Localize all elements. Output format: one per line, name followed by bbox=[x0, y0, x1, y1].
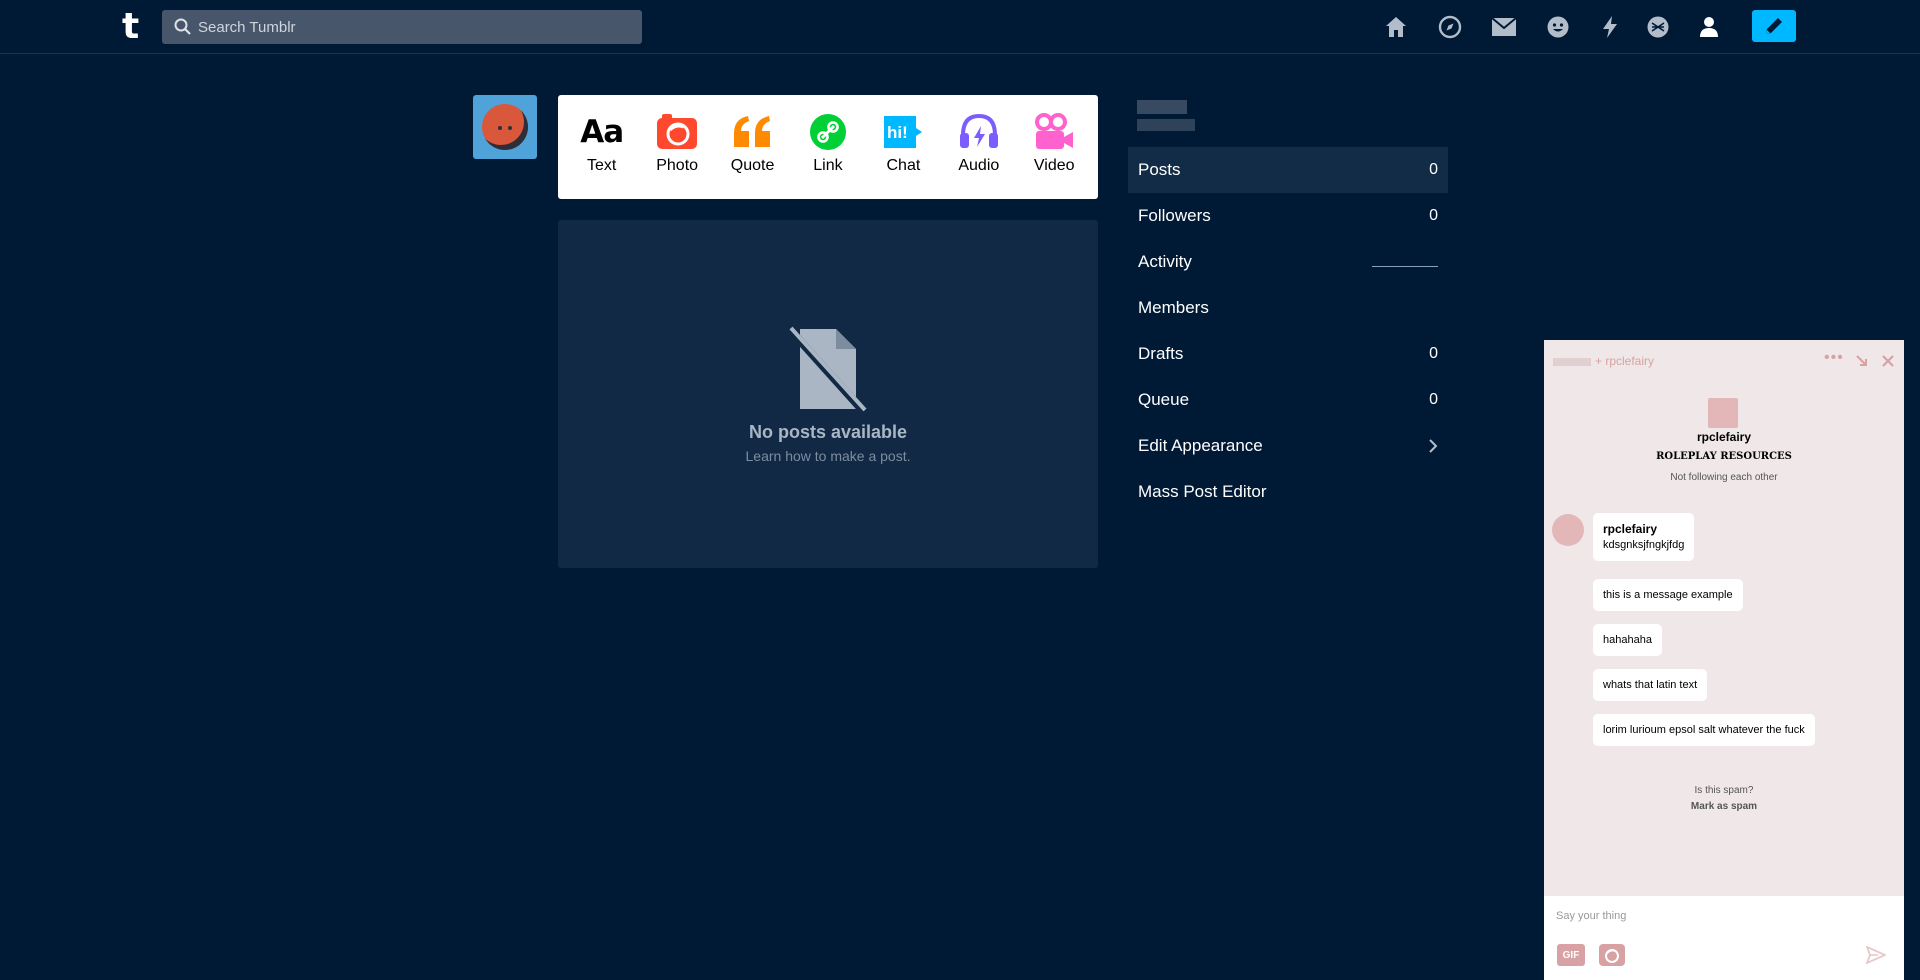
send-icon[interactable] bbox=[1866, 946, 1886, 964]
link-icon bbox=[809, 112, 847, 152]
recipient-avatar[interactable] bbox=[1708, 398, 1738, 428]
followers-count: 0 bbox=[1429, 207, 1438, 224]
post-type-audio[interactable]: Audio bbox=[943, 95, 1015, 199]
sender-avatar[interactable] bbox=[1552, 514, 1584, 546]
post-type-label: Link bbox=[813, 157, 843, 174]
search-box[interactable] bbox=[162, 10, 642, 44]
post-type-label: Chat bbox=[886, 157, 921, 174]
no-posts-icon bbox=[789, 326, 867, 414]
sidebar-item-label: Queue bbox=[1138, 390, 1190, 409]
video-icon bbox=[1033, 112, 1075, 152]
post-type-link[interactable]: Link bbox=[792, 95, 864, 199]
learn-post-link[interactable]: Learn how to make a post. bbox=[558, 448, 1098, 464]
post-type-label: Audio bbox=[958, 157, 1000, 174]
spam-question: Is this spam? bbox=[1694, 785, 1754, 796]
blog-sidebar: Posts 0 Followers 0 Activity Members Dra… bbox=[1128, 147, 1448, 515]
conversation-participants: + rpclefairy bbox=[1595, 354, 1655, 368]
message-bubble: hahahaha bbox=[1593, 624, 1662, 656]
posts-count: 0 bbox=[1429, 161, 1438, 178]
message-input[interactable] bbox=[1556, 904, 1856, 928]
more-options-icon[interactable]: ••• bbox=[1824, 349, 1844, 367]
messaging-header: + rpclefairy ••• bbox=[1544, 340, 1904, 380]
queue-count: 0 bbox=[1429, 391, 1438, 408]
message-text: hahahaha bbox=[1603, 634, 1652, 646]
empty-posts-panel: No posts available Learn how to make a p… bbox=[558, 220, 1098, 568]
sidebar-item-posts[interactable]: Posts 0 bbox=[1128, 147, 1448, 193]
post-type-label: Text bbox=[587, 157, 617, 174]
chevron-right-icon bbox=[1429, 439, 1438, 453]
message-bubble: this is a message example bbox=[1593, 579, 1743, 611]
sidebar-item-label: Members bbox=[1138, 298, 1209, 317]
post-type-quote[interactable]: Quote bbox=[717, 95, 789, 199]
sender-name: rpclefairy bbox=[1603, 522, 1658, 536]
pencil-icon bbox=[1766, 18, 1782, 34]
message-text: this is a message example bbox=[1603, 589, 1733, 601]
post-type-chat[interactable]: hi! Chat bbox=[867, 95, 939, 199]
sidebar-item-edit-appearance[interactable]: Edit Appearance bbox=[1128, 423, 1448, 469]
tumblr-logo[interactable]: t bbox=[122, 8, 139, 46]
inbox-icon[interactable] bbox=[1490, 13, 1518, 41]
sidebar-item-label: Drafts bbox=[1138, 344, 1184, 363]
gif-button[interactable]: GIF bbox=[1557, 944, 1585, 966]
post-type-photo[interactable]: Photo bbox=[641, 95, 713, 199]
explore-icon[interactable] bbox=[1436, 13, 1464, 41]
mobile-icon[interactable] bbox=[1644, 13, 1672, 41]
avatar-face bbox=[482, 104, 528, 150]
message-composer: GIF bbox=[1544, 896, 1904, 980]
account-icon[interactable] bbox=[1695, 13, 1723, 41]
activity-sparkline bbox=[1372, 265, 1438, 267]
messages-icon[interactable] bbox=[1544, 13, 1572, 41]
empty-title: No posts available bbox=[748, 422, 908, 442]
sidebar-item-label: Mass Post Editor bbox=[1138, 482, 1267, 501]
photo-icon bbox=[656, 112, 698, 152]
recipient-name[interactable]: rpclefairy bbox=[1544, 430, 1904, 444]
quote-icon bbox=[732, 112, 774, 152]
drafts-count: 0 bbox=[1429, 345, 1438, 362]
close-icon[interactable] bbox=[1882, 355, 1894, 367]
activity-icon[interactable] bbox=[1596, 13, 1624, 41]
audio-icon bbox=[958, 112, 1000, 152]
message-bubble: lorim lurioum epsol salt whatever the fu… bbox=[1593, 714, 1815, 746]
svg-text:hi!: hi! bbox=[887, 123, 908, 142]
search-icon bbox=[174, 18, 191, 35]
photo-upload-icon[interactable] bbox=[1599, 944, 1625, 966]
top-navigation-bar: t bbox=[0, 0, 1920, 54]
minimize-icon[interactable] bbox=[1856, 355, 1868, 367]
messaging-window: + rpclefairy ••• rpclefairy ROLEPLAY RES… bbox=[1544, 340, 1904, 980]
conversation-title: + rpclefairy bbox=[1553, 354, 1654, 368]
sidebar-item-members[interactable]: Members bbox=[1128, 285, 1448, 331]
sidebar-item-activity[interactable]: Activity bbox=[1128, 239, 1448, 285]
sidebar-item-label: Posts bbox=[1138, 160, 1181, 179]
blog-avatar[interactable] bbox=[473, 95, 537, 159]
sidebar-item-followers[interactable]: Followers 0 bbox=[1128, 193, 1448, 239]
post-type-label: Photo bbox=[656, 157, 699, 174]
recipient-blog-title: ROLEPLAY RESOURCES bbox=[1656, 451, 1792, 462]
chat-icon: hi! bbox=[882, 112, 924, 152]
post-type-label: Video bbox=[1033, 157, 1075, 174]
follow-status: Not following each other bbox=[1670, 472, 1778, 483]
message-bubble: rpclefairy kdsgnksjfngkjfdg bbox=[1593, 513, 1695, 561]
post-type-video[interactable]: Video bbox=[1018, 95, 1090, 199]
sidebar-item-label: Edit Appearance bbox=[1138, 436, 1263, 455]
message-text: lorim lurioum epsol salt whatever the fu… bbox=[1603, 724, 1805, 736]
blog-name-redacted bbox=[1137, 100, 1195, 131]
sidebar-item-drafts[interactable]: Drafts 0 bbox=[1128, 331, 1448, 377]
message-text: whats that latin text bbox=[1603, 679, 1698, 691]
sidebar-item-label: Followers bbox=[1138, 206, 1211, 225]
sidebar-item-queue[interactable]: Queue 0 bbox=[1128, 377, 1448, 423]
home-icon[interactable] bbox=[1382, 13, 1410, 41]
text-icon: Aa bbox=[580, 114, 624, 150]
post-type-label: Quote bbox=[730, 157, 775, 174]
compose-button[interactable] bbox=[1752, 10, 1796, 42]
post-type-text[interactable]: Aa Text bbox=[566, 95, 638, 199]
search-input[interactable] bbox=[198, 10, 628, 44]
message-text: kdsgnksjfngkjfdg bbox=[1603, 539, 1685, 551]
message-bubble: whats that latin text bbox=[1593, 669, 1708, 701]
sidebar-item-mass-post-editor[interactable]: Mass Post Editor bbox=[1128, 469, 1448, 515]
sidebar-item-label: Activity bbox=[1138, 252, 1192, 271]
mark-as-spam-link[interactable]: Mark as spam bbox=[1544, 801, 1904, 812]
post-type-bar: Aa Text Photo Quote Link hi! Chat Audio bbox=[558, 95, 1098, 199]
